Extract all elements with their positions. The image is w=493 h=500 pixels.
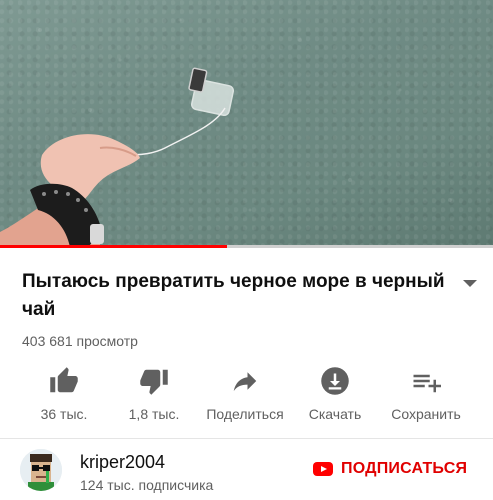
video-progress-bar[interactable] — [0, 245, 493, 248]
dislike-count: 1,8 тыс. — [128, 406, 180, 422]
like-button[interactable]: 36 тыс. — [16, 364, 112, 422]
thumbs-down-icon — [140, 369, 168, 395]
avatar-image — [20, 449, 62, 491]
download-icon — [321, 367, 349, 395]
dislike-button[interactable]: 1,8 тыс. — [106, 364, 202, 422]
save-label: Сохранить — [391, 406, 461, 422]
video-title: Пытаюсь превратить черное море в черный … — [22, 271, 445, 320]
video-progress-fill — [0, 245, 227, 248]
share-icon — [233, 372, 257, 391]
action-bar: 36 тыс. 1,8 тыс. Поделиться Скачать Сохр… — [0, 364, 493, 426]
video-frame — [0, 18, 452, 247]
subscribe-label: ПОДПИСАТЬСЯ — [341, 460, 468, 477]
like-count: 36 тыс. — [40, 406, 88, 422]
subscriber-count: 124 тыс. подписчика — [80, 477, 214, 493]
divider — [0, 438, 493, 439]
channel-avatar[interactable] — [20, 449, 62, 491]
view-count: 403 681 просмотр — [22, 333, 138, 349]
youtube-logo-icon — [313, 462, 333, 476]
channel-name[interactable]: kriper2004 — [80, 452, 165, 473]
share-label: Поделиться — [206, 406, 284, 422]
thumbs-up-icon — [50, 367, 78, 393]
subscribe-button[interactable]: ПОДПИСАТЬСЯ — [313, 460, 467, 478]
download-button[interactable]: Скачать — [287, 364, 383, 422]
video-title-container[interactable]: Пытаюсь превратить черное море в черный … — [22, 268, 452, 324]
video-player[interactable] — [0, 0, 493, 247]
expand-description-icon[interactable] — [463, 280, 477, 287]
playlist-add-icon — [413, 374, 441, 393]
download-label: Скачать — [308, 406, 362, 422]
share-button[interactable]: Поделиться — [197, 364, 293, 422]
save-button[interactable]: Сохранить — [378, 364, 474, 422]
